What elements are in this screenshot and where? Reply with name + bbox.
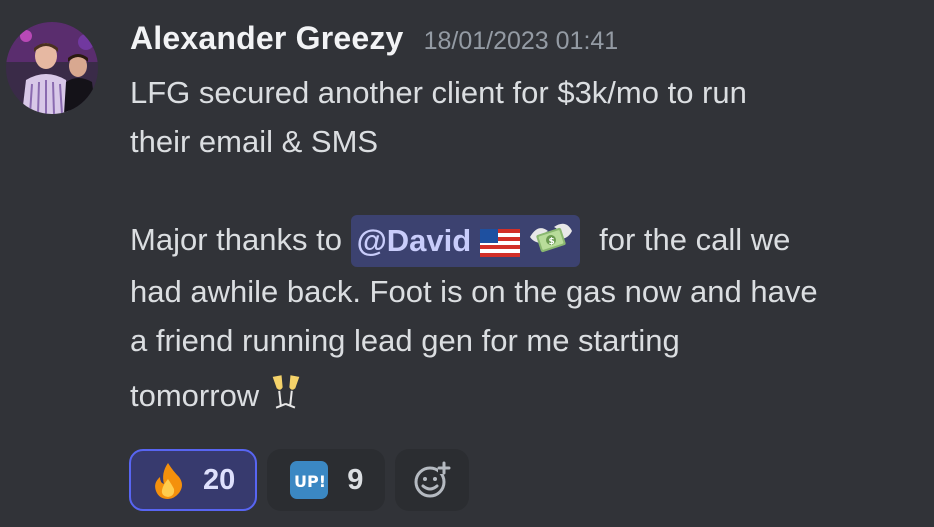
message-text: tomorrow <box>130 378 260 413</box>
message-header: Alexander Greezy 18/01/2023 01:41 <box>130 20 618 60</box>
user-mention[interactable]: @David $ <box>350 215 581 267</box>
svg-text:UP!: UP! <box>294 472 326 491</box>
mention-text: @David <box>356 223 472 258</box>
money-with-wings-icon: $ <box>530 223 573 253</box>
user-avatar[interactable] <box>6 22 98 114</box>
up-button-icon: UP! <box>290 461 329 499</box>
message-line: LFG secured another client for $3k/mo to… <box>130 75 747 110</box>
reaction-fire[interactable]: 20 <box>129 449 258 511</box>
message-timestamp: 18/01/2023 01:41 <box>423 27 619 55</box>
message-content: LFG secured another client for $3k/mo to… <box>130 68 920 420</box>
message-line: tomorrow <box>130 371 920 420</box>
add-reaction-icon <box>414 461 451 498</box>
message-line: Major thanks to @David $ for the call we <box>130 215 920 267</box>
reactions-bar: 20 UP! 9 <box>129 449 470 511</box>
add-reaction-button[interactable] <box>395 449 470 511</box>
fire-icon <box>155 463 182 499</box>
message-line: their email & SMS <box>130 124 379 159</box>
reaction-count: 9 <box>347 463 364 496</box>
message-line: had awhile back. Foot is on the gas now … <box>130 274 818 309</box>
avatar-photo <box>6 22 98 114</box>
reaction-count: 20 <box>203 463 236 496</box>
author-name[interactable]: Alexander Greezy <box>130 20 404 57</box>
message-text: Major thanks to <box>130 222 342 257</box>
us-flag-icon <box>479 229 520 257</box>
message-line: a friend running lead gen for me startin… <box>130 323 680 358</box>
champagne-glasses-icon <box>272 375 300 409</box>
reaction-up[interactable]: UP! 9 <box>267 449 386 511</box>
message-text: for the call we <box>599 222 791 257</box>
svg-text:$: $ <box>549 237 555 247</box>
